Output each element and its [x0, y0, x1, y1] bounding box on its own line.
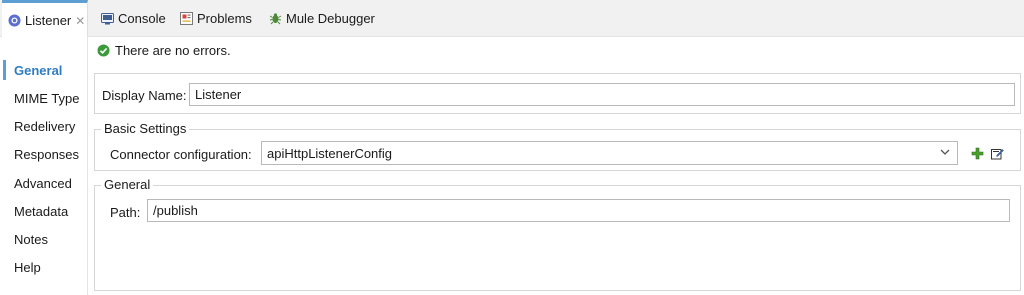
connector-configuration-value: apiHttpListenerConfig [267, 145, 393, 161]
tab-label: Problems [197, 11, 252, 26]
edit-icon[interactable] [991, 147, 1004, 160]
nav-item-general[interactable]: General [0, 58, 88, 82]
add-icon[interactable] [971, 147, 984, 160]
nav-item-help[interactable]: Help [0, 255, 88, 279]
display-name-label: Display Name: [102, 88, 187, 103]
tab-listener[interactable]: Listener ✕ [2, 0, 88, 38]
nav-item-metadata[interactable]: Metadata [0, 199, 88, 223]
basic-settings-group: Basic Settings Connector configuration: … [94, 121, 1021, 171]
editor-tab-bar: Listener ✕ Console Problems Mule Debugge… [0, 0, 1024, 38]
listener-icon [8, 14, 21, 27]
validation-status: There are no errors. [97, 41, 231, 59]
nav-item-responses[interactable]: Responses [0, 142, 88, 166]
tab-label: Mule Debugger [286, 11, 375, 26]
tab-label: Console [118, 11, 166, 26]
console-icon [101, 12, 114, 25]
display-name-group: Display Name: [94, 73, 1021, 114]
tab-label: Listener [25, 13, 72, 28]
general-title: General [101, 177, 154, 192]
tab-console[interactable]: Console [101, 0, 166, 37]
connector-configuration-label: Connector configuration: [110, 147, 252, 162]
connector-configuration-select[interactable]: apiHttpListenerConfig [261, 141, 958, 165]
properties-nav: General MIME Type Redelivery Responses A… [0, 37, 88, 295]
nav-item-mime-type[interactable]: MIME Type [0, 86, 88, 110]
check-icon [97, 44, 110, 57]
general-group: General Path: [94, 177, 1021, 291]
problems-icon [180, 12, 193, 25]
nav-item-redelivery[interactable]: Redelivery [0, 114, 88, 138]
path-label: Path: [110, 205, 141, 220]
nav-item-advanced[interactable]: Advanced [0, 171, 88, 195]
tab-problems[interactable]: Problems [180, 0, 252, 37]
chevron-down-icon [939, 146, 951, 158]
basic-settings-title: Basic Settings [101, 121, 190, 136]
nav-item-notes[interactable]: Notes [0, 227, 88, 251]
status-text: There are no errors. [115, 42, 231, 58]
path-input[interactable] [147, 199, 1010, 222]
tab-mule-debugger[interactable]: Mule Debugger [269, 0, 375, 37]
debugger-icon [269, 12, 282, 25]
close-icon[interactable]: ✕ [75, 14, 85, 28]
display-name-input[interactable] [189, 83, 1015, 106]
